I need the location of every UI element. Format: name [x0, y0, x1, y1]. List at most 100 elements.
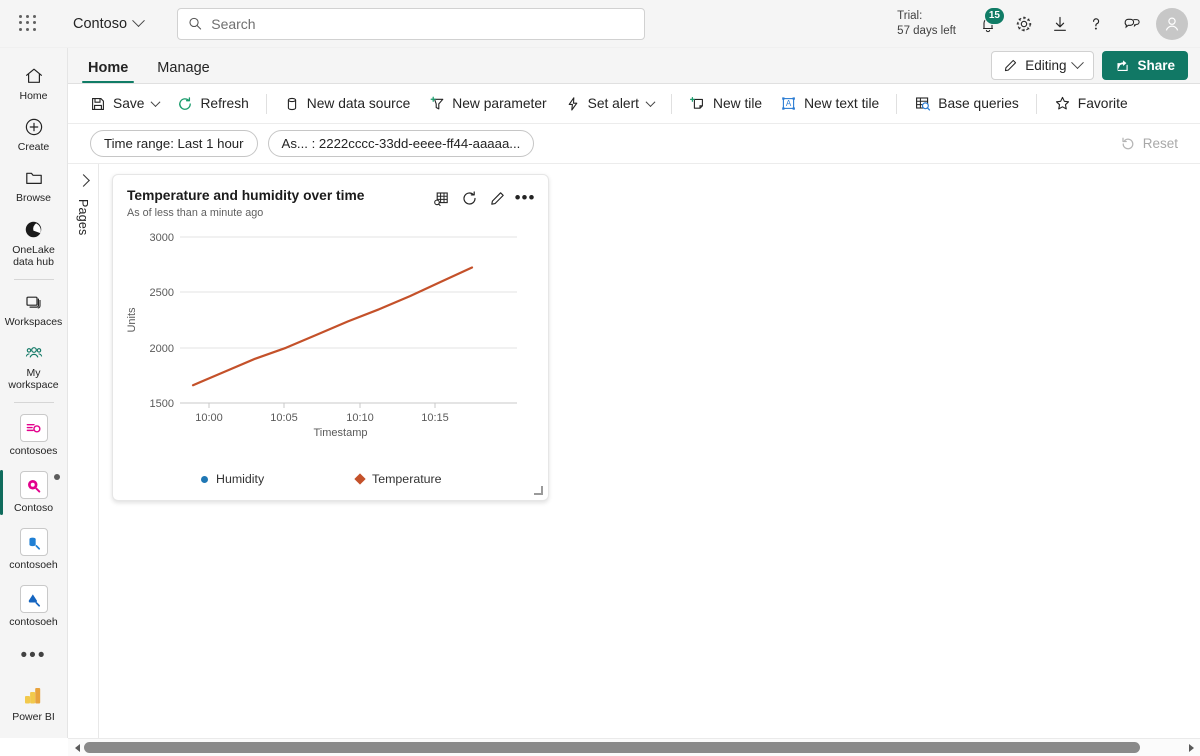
scrollbar-thumb[interactable] [84, 742, 1140, 753]
dashboard-canvas: Pages Temperature and humidity over time… [68, 164, 1200, 738]
command-separator [671, 93, 673, 114]
sidebar-item-onelake-data-hub[interactable]: OneLake data hub [2, 211, 66, 275]
help-icon[interactable] [1078, 6, 1114, 42]
tab-home[interactable]: Home [82, 60, 135, 83]
sidebar-item-browse[interactable]: Browse [2, 160, 66, 211]
new-parameter-button[interactable]: New parameter [420, 89, 554, 119]
trial-line-1: Trial: [897, 9, 923, 22]
base-queries-button[interactable]: Base queries [906, 89, 1027, 119]
workspace-status-dot [53, 474, 60, 480]
legend-label: Humidity [216, 472, 265, 486]
plus-circle-icon [25, 118, 42, 136]
sidebar-item-power-bi[interactable]: Power BI [2, 677, 66, 730]
sidebar-item-label: Workspaces [4, 316, 63, 328]
scrollbar-track[interactable] [84, 742, 1184, 754]
pages-panel: Pages [68, 164, 99, 738]
svg-text:A: A [786, 99, 792, 108]
legend-marker-diamond-icon [354, 473, 366, 485]
sidebar-item-contosoeh-1[interactable]: contosoeh [2, 521, 66, 578]
refresh-icon[interactable] [460, 189, 478, 207]
sidebar-item-label: contosoes [9, 445, 58, 457]
command-separator [265, 93, 267, 114]
sidebar-more-button[interactable]: ••• [21, 635, 47, 677]
table-view-icon[interactable] [432, 189, 450, 207]
x-tick-label: 10:00 [195, 412, 223, 424]
sidebar-footer: Power BI [2, 677, 66, 738]
app-launcher-icon[interactable] [14, 10, 42, 38]
tile-header: Temperature and humidity over time As of… [113, 175, 548, 219]
tab-bar-actions: Editing Share [991, 51, 1188, 83]
gear-icon[interactable] [1006, 6, 1042, 42]
favorite-label: Favorite [1077, 96, 1128, 111]
filter-pill-time-range[interactable]: Time range: Last 1 hour [90, 130, 258, 157]
trial-status: Trial: 57 days left [897, 9, 956, 39]
onelake-icon [25, 221, 42, 238]
notification-bell-icon[interactable]: 15 [970, 6, 1006, 42]
refresh-icon [179, 96, 192, 110]
set-alert-button[interactable]: Set alert [557, 89, 662, 119]
new-text-tile-button[interactable]: A New text tile [772, 89, 887, 119]
share-button[interactable]: Share [1102, 51, 1188, 80]
search-input[interactable] [211, 15, 635, 32]
sidebar-item-create[interactable]: Create [2, 109, 66, 160]
chevron-right-icon[interactable] [76, 174, 90, 187]
new-text-tile-icon: A [782, 97, 795, 110]
search-icon [189, 17, 202, 30]
main-content: Home Manage Editing Share Save Refresh N… [68, 48, 1200, 738]
chevron-down-icon [645, 97, 656, 108]
save-button[interactable]: Save [82, 89, 167, 119]
reset-filters-button[interactable]: Reset [1108, 136, 1190, 152]
editing-mode-button[interactable]: Editing [991, 51, 1095, 80]
refresh-label: Refresh [200, 96, 249, 111]
legend-item-humidity[interactable]: Humidity [201, 472, 356, 486]
download-icon[interactable] [1042, 6, 1078, 42]
x-tick-label: 10:10 [346, 412, 374, 424]
filter-pill-asset[interactable]: As... : 2222cccc-33dd-eeee-ff44-aaaaa... [267, 130, 535, 157]
y-tick-label: 2500 [150, 287, 174, 299]
sidebar-item-contosoes[interactable]: contosoes [2, 407, 66, 464]
more-options-icon[interactable]: ••• [515, 189, 535, 207]
brand-selector[interactable]: Contoso [67, 12, 149, 36]
line-chart: 3000 2500 2000 1500 Units 10:00 10:05 10… [126, 232, 517, 424]
sidebar-item-label: Create [17, 141, 50, 153]
sidebar-item-contoso[interactable]: Contoso [0, 464, 66, 521]
horizontal-scrollbar[interactable] [68, 738, 1200, 756]
x-tick-label: 10:05 [270, 412, 298, 424]
sidebar-item-workspaces[interactable]: Workspaces [2, 284, 66, 335]
rail-divider [13, 402, 54, 403]
base-queries-icon [916, 97, 931, 111]
brand-label: Contoso [73, 15, 128, 32]
tab-manage[interactable]: Manage [151, 60, 215, 83]
workspaces-icon [25, 296, 41, 309]
legend-item-temperature[interactable]: Temperature [354, 472, 442, 486]
save-label: Save [113, 96, 145, 111]
sidebar-item-home[interactable]: Home [2, 58, 66, 109]
sidebar-item-label: Browse [15, 192, 51, 204]
home-icon [25, 68, 42, 83]
avatar[interactable] [1156, 7, 1188, 40]
search-box[interactable] [177, 7, 646, 40]
new-tile-button[interactable]: New tile [681, 89, 770, 119]
sidebar-item-my-workspace[interactable]: My workspace [2, 335, 66, 398]
legend-marker-circle-icon [201, 475, 208, 483]
sidebar-item-label: Home [19, 90, 48, 102]
feedback-icon[interactable] [1114, 6, 1150, 42]
scroll-right-arrow-icon[interactable] [1184, 743, 1198, 752]
sidebar-item-label: Power BI [12, 711, 55, 723]
refresh-button[interactable]: Refresh [169, 89, 256, 119]
command-separator [896, 93, 898, 114]
chart-legend: Humidity Temperature [201, 472, 548, 500]
new-tile-icon [689, 96, 703, 109]
star-icon [1055, 96, 1069, 110]
favorite-button[interactable]: Favorite [1046, 89, 1136, 119]
set-alert-label: Set alert [587, 96, 640, 111]
dashboard-tile[interactable]: Temperature and humidity over time As of… [112, 174, 549, 501]
new-data-source-button[interactable]: New data source [276, 89, 419, 119]
chevron-down-icon [132, 14, 145, 28]
series-line-temperature [191, 266, 474, 387]
tile-resize-handle[interactable] [534, 486, 543, 495]
new-tile-label: New tile [713, 96, 763, 111]
edit-pencil-icon[interactable] [488, 189, 506, 207]
scroll-left-arrow-icon[interactable] [70, 743, 84, 752]
sidebar-item-contosoeh-2[interactable]: contosoeh [2, 578, 66, 635]
